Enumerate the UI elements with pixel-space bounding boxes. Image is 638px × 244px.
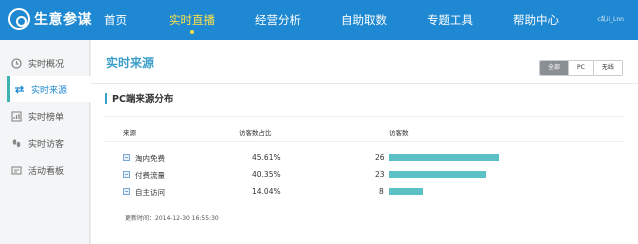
table-row: 自主访问 14.04% 8 — [105, 184, 625, 200]
logo[interactable]: 生意参谋 — [8, 8, 92, 30]
footprint-icon — [10, 137, 22, 149]
nav-analysis[interactable]: 经营分析 — [255, 0, 301, 40]
filter-all-button[interactable]: 全部 — [540, 61, 570, 75]
visitor-count: 23 — [375, 170, 385, 179]
logo-icon — [8, 8, 30, 30]
visitor-bar — [389, 154, 499, 161]
sidebar-item-label: 实时访客 — [28, 139, 65, 150]
source-icon — [123, 171, 130, 178]
sidebar-item-ranking[interactable]: 实时榜单 — [10, 103, 90, 129]
nav-realtime[interactable]: 实时直播 — [169, 0, 215, 40]
logo-text: 生意参谋 — [34, 12, 92, 28]
nav-home[interactable]: 首页 — [104, 0, 127, 40]
main-content: 实时来源 全部 PC 无线 PC端来源分布 来源 访客数占比 访客数 淘内免费 … — [91, 40, 638, 244]
sidebar-item-dashboard[interactable]: 活动看板 — [10, 157, 90, 183]
source-icon — [123, 154, 130, 161]
visitor-bar — [389, 188, 423, 195]
filter-wireless-button[interactable]: 无线 — [593, 61, 622, 75]
visitor-ratio: 45.61% — [252, 153, 281, 162]
source-name[interactable]: 淘内免费 — [135, 153, 165, 164]
visitor-ratio: 40.35% — [252, 170, 281, 179]
section-title: PC端来源分布 — [105, 92, 174, 105]
sidebar-item-label: 实时概况 — [28, 59, 65, 70]
chart-icon — [10, 110, 22, 122]
clock-icon — [10, 57, 22, 69]
board-icon — [10, 164, 22, 176]
section-marker — [105, 92, 107, 104]
sidebar-item-overview[interactable]: 实时概况 — [10, 50, 90, 76]
sidebar-item-label: 实时来源 — [31, 85, 68, 96]
main-nav: 首页 实时直播 经营分析 自助取数 专题工具 帮助中心 — [92, 0, 559, 40]
source-table: 来源 访客数占比 访客数 淘内免费 45.61% 26 付费流量 40.35% … — [105, 116, 625, 234]
source-name[interactable]: 付费流量 — [135, 170, 165, 181]
source-icon — [123, 188, 130, 195]
header-divider — [105, 141, 625, 142]
source-name[interactable]: 自主访问 — [135, 187, 165, 198]
divider — [91, 83, 638, 84]
table-row: 淘内免费 45.61% 26 — [105, 150, 625, 166]
visitor-count: 26 — [375, 153, 385, 162]
update-time: 更新时间：2014-12-30 16:55:30 — [125, 215, 219, 222]
visitor-count: 8 — [379, 187, 384, 196]
nav-tools[interactable]: 专题工具 — [427, 0, 473, 40]
arrows-icon — [13, 83, 25, 95]
sidebar-item-label: 实时榜单 — [28, 112, 65, 123]
visitor-bar — [389, 171, 486, 178]
terminal-filter: 全部 PC 无线 — [539, 60, 623, 76]
sidebar-item-visitors[interactable]: 实时访客 — [10, 130, 90, 156]
filter-pc-button[interactable]: PC — [569, 61, 594, 75]
section-title-text: PC端来源分布 — [112, 94, 174, 105]
column-header-ratio: 访客数占比 — [239, 129, 272, 137]
nav-help[interactable]: 帮助中心 — [513, 0, 559, 40]
sidebar-item-source[interactable]: 实时来源 — [7, 76, 91, 102]
user-name[interactable]: c乱ii_Lnn — [597, 14, 624, 23]
nav-self-query[interactable]: 自助取数 — [341, 0, 387, 40]
top-header: 生意参谋 首页 实时直播 经营分析 自助取数 专题工具 帮助中心 c乱ii_Ln… — [0, 0, 638, 40]
page-title: 实时来源 — [106, 56, 155, 70]
table-row: 付费流量 40.35% 23 — [105, 167, 625, 183]
column-header-visitors: 访客数 — [389, 129, 409, 137]
visitor-ratio: 14.04% — [252, 187, 281, 196]
column-header-source: 来源 — [123, 129, 136, 137]
sidebar: 实时概况 实时来源 实时榜单 实时访客 活动看板 — [0, 40, 91, 244]
sidebar-item-label: 活动看板 — [28, 166, 65, 177]
